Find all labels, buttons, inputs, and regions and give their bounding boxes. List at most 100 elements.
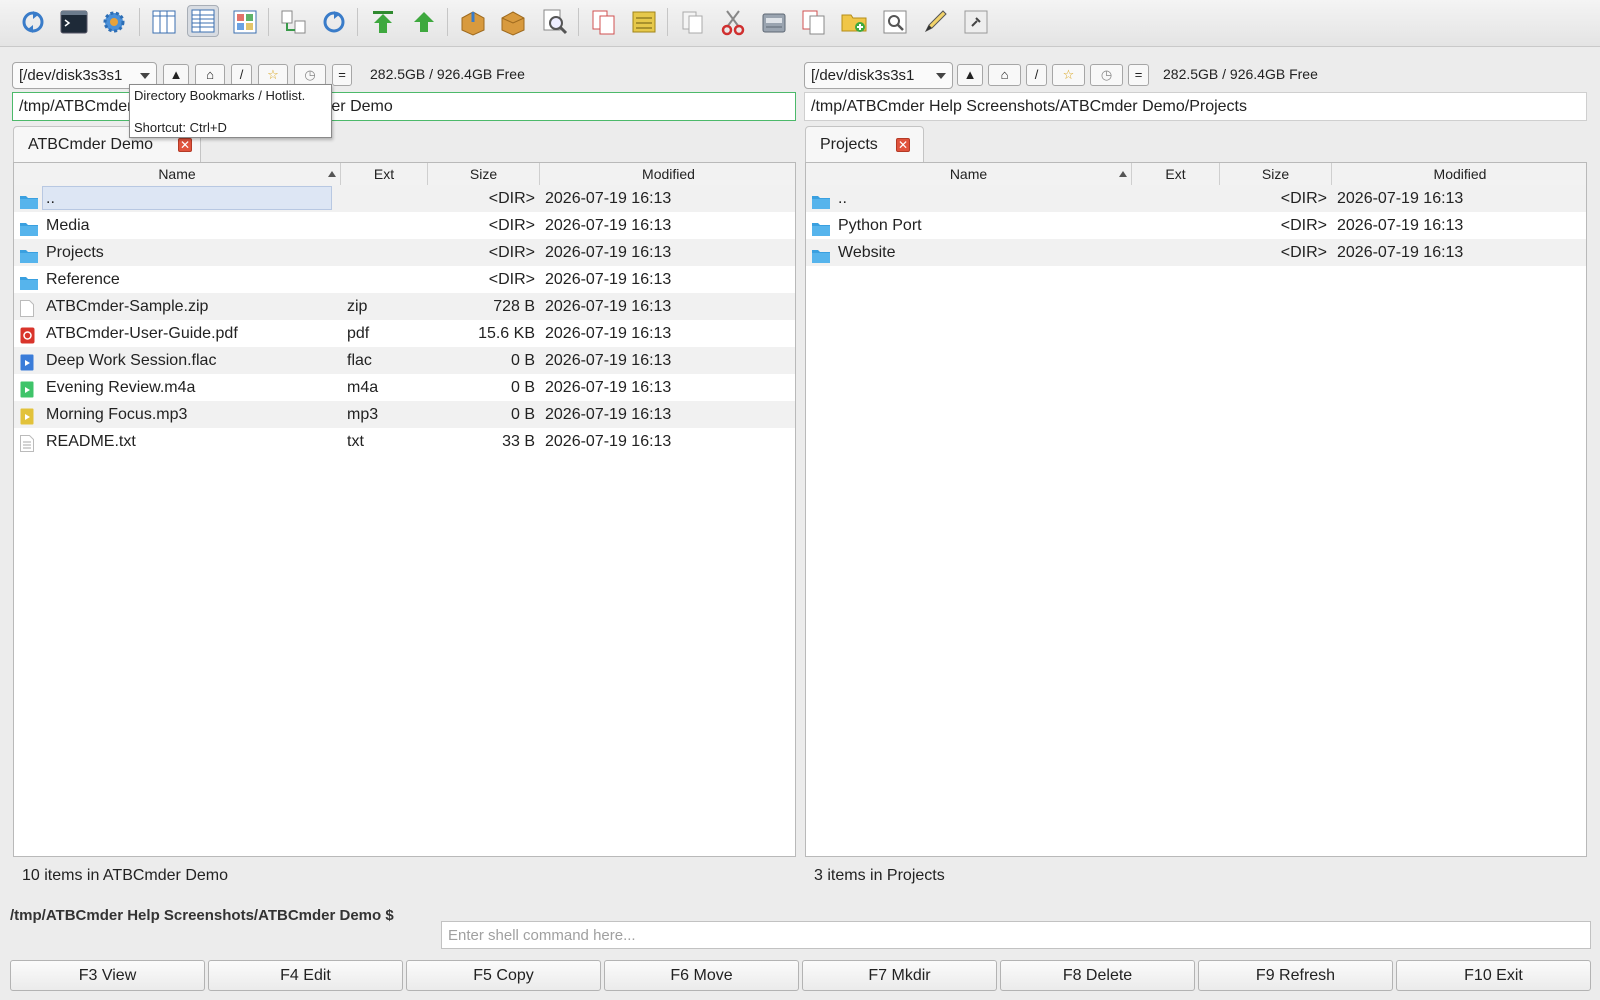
file-modified: 2026-07-19 16:13 (545, 190, 672, 207)
column-size-header[interactable]: Size (1220, 163, 1332, 185)
f8-delete-button[interactable]: F8 Delete (1000, 960, 1195, 991)
file-name: Morning Focus.mp3 (46, 406, 188, 423)
file-row[interactable]: Website <DIR> 2026-07-19 16:13 (806, 239, 1586, 266)
terminal-icon[interactable] (58, 6, 90, 38)
file-row[interactable]: ATBCmder-Sample.zip zip 728 B 2026-07-19 16… (14, 293, 795, 320)
left-drive-label: [/dev/disk3s3s1 (19, 67, 123, 84)
file-row[interactable]: Deep Work Session.flac flac 0 B 2026-07-19 … (14, 347, 795, 374)
right-tab-label: Projects (820, 136, 878, 153)
file-ext: mp3 (347, 406, 379, 423)
copy-files-icon[interactable] (588, 6, 620, 38)
right-column-header: Name Ext Size Modified (806, 163, 1586, 186)
folder-icon (20, 191, 38, 209)
file-row[interactable]: Media <DIR> 2026-07-19 16:13 (14, 212, 795, 239)
shell-prompt: /tmp/ATBCmder Help Screenshots/ATBCmder … (10, 907, 394, 924)
file-size: <DIR> (1280, 217, 1327, 234)
left-status-text: 10 items in ATBCmder Demo (22, 867, 228, 884)
right-path-field[interactable]: /tmp/ATBCmder Help Screenshots/ATBCmder … (804, 92, 1587, 121)
file-row[interactable]: Projects <DIR> 2026-07-19 16:13 (14, 239, 795, 266)
file-row[interactable]: .. <DIR> 2026-07-19 16:13 (806, 185, 1586, 212)
file-size: 15.6 KB (478, 325, 535, 342)
file-ext (347, 212, 427, 239)
edit-file-icon[interactable] (919, 6, 951, 38)
close-tab-icon[interactable]: ✕ (178, 138, 192, 152)
right-home-button[interactable]: ⌂ (988, 64, 1021, 86)
left-equal-panels-button[interactable]: = (332, 64, 352, 86)
right-free-space: 282.5GB / 926.4GB Free (1163, 66, 1318, 82)
file-ext (1138, 239, 1218, 266)
duplicate-icon[interactable] (798, 6, 830, 38)
right-drive-selector[interactable]: [/dev/disk3s3s1 (804, 62, 953, 89)
file-row[interactable]: .. <DIR> 2026-07-19 16:13 (14, 185, 795, 212)
right-root-button[interactable]: / (1026, 64, 1047, 86)
go-to-root-icon[interactable] (367, 6, 399, 38)
file-size: <DIR> (488, 190, 535, 207)
file-ext (347, 239, 427, 266)
new-folder-icon[interactable] (838, 6, 870, 38)
file-row[interactable]: Morning Focus.mp3 mp3 0 B 2026-07-19 16:13 (14, 401, 795, 428)
file-ext: flac (347, 352, 372, 369)
brief-view-icon[interactable] (148, 6, 180, 38)
file-row[interactable]: Evening Review.m4a m4a 0 B 2026-07-19 16:13 (14, 374, 795, 401)
column-modified-header[interactable]: Modified (1332, 163, 1586, 185)
compare-directories-icon[interactable] (278, 6, 310, 38)
column-size-header[interactable]: Size (428, 163, 540, 185)
f3-view-button[interactable]: F3 View (10, 960, 205, 991)
settings-gear-icon[interactable] (98, 6, 130, 38)
f10-exit-button[interactable]: F10 Exit (1396, 960, 1591, 991)
right-drive-label: [/dev/disk3s3s1 (811, 67, 915, 84)
left-root-button[interactable]: / (231, 64, 252, 86)
f9-refresh-button[interactable]: F9 Refresh (1198, 960, 1393, 991)
cut-icon[interactable] (717, 6, 749, 38)
f4-edit-button[interactable]: F4 Edit (208, 960, 403, 991)
file-row[interactable]: ATBCmder-User-Guide.pdf pdf 15.6 KB 2026-07… (14, 320, 795, 347)
file-size: <DIR> (488, 244, 535, 261)
file-name: Reference (46, 271, 120, 288)
file-row[interactable]: Reference <DIR> 2026-07-19 16:13 (14, 266, 795, 293)
folder-icon (812, 245, 830, 263)
right-bookmarks-button[interactable]: ☆ (1052, 64, 1085, 86)
f7-mkdir-button[interactable]: F7 Mkdir (802, 960, 997, 991)
file-row[interactable]: Python Port <DIR> 2026-07-19 16:13 (806, 212, 1586, 239)
move-files-icon[interactable] (628, 6, 660, 38)
left-history-button[interactable]: ◷ (294, 64, 326, 86)
f5-copy-button[interactable]: F5 Copy (406, 960, 601, 991)
bookmarks-tooltip: Directory Bookmarks / Hotlist. Shortcut:… (129, 84, 332, 138)
go-up-icon[interactable] (408, 6, 440, 38)
close-tab-icon[interactable]: ✕ (896, 138, 910, 152)
column-name-header[interactable]: Name (14, 163, 341, 185)
unpack-files-icon[interactable] (497, 6, 529, 38)
right-equal-panels-button[interactable]: = (1128, 64, 1149, 86)
thumbnail-view-icon[interactable] (229, 6, 261, 38)
tooltip-shortcut: Shortcut: Ctrl+D (134, 120, 227, 135)
right-history-button[interactable]: ◷ (1090, 64, 1123, 86)
paste-icon[interactable] (758, 6, 790, 38)
run-icon[interactable] (960, 6, 992, 38)
left-home-button[interactable]: ⌂ (195, 64, 225, 86)
column-name-header[interactable]: Name (806, 163, 1132, 185)
file-ext: zip (347, 298, 368, 315)
full-view-icon[interactable] (187, 5, 219, 37)
shell-command-input[interactable] (441, 921, 1591, 949)
right-parent-dir-button[interactable]: ▲ (957, 64, 983, 86)
pack-files-icon[interactable] (457, 6, 489, 38)
column-ext-header[interactable]: Ext (1132, 163, 1220, 185)
file-name: .. (46, 190, 55, 207)
search-files-icon[interactable] (539, 6, 571, 38)
file-modified: 2026-07-19 16:13 (545, 406, 672, 423)
sync-directories-icon[interactable] (318, 6, 350, 38)
file-modified: 2026-07-19 16:13 (545, 433, 672, 450)
left-bookmarks-button[interactable]: ☆ (258, 64, 288, 86)
refresh-icon[interactable] (17, 6, 49, 38)
column-modified-header[interactable]: Modified (540, 163, 795, 185)
column-ext-header[interactable]: Ext (341, 163, 428, 185)
view-file-icon[interactable] (879, 6, 911, 38)
pdf-file-icon (20, 326, 37, 344)
audio-file-icon (20, 407, 37, 425)
left-parent-dir-button[interactable]: ▲ (163, 64, 189, 86)
file-row[interactable]: README.txt txt 33 B 2026-07-19 16:13 (14, 428, 795, 455)
f6-move-button[interactable]: F6 Move (604, 960, 799, 991)
file-ext (1138, 212, 1218, 239)
copy-clipboard-icon[interactable] (677, 6, 709, 38)
right-tab-projects[interactable]: Projects ✕ (805, 126, 924, 162)
